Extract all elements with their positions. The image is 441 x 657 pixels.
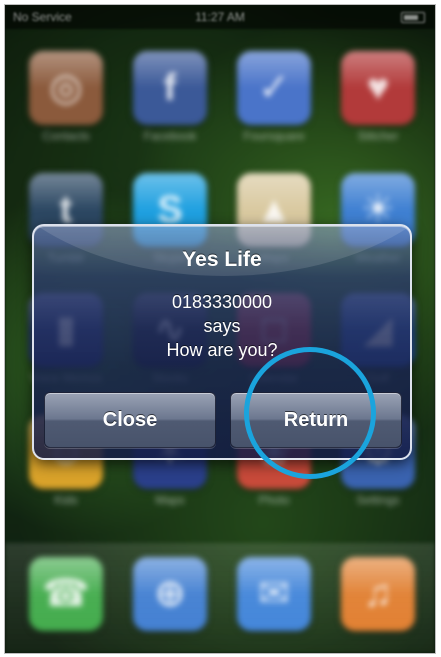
stitcher-icon: ♥ [341,51,415,125]
facebook-icon: f [133,51,207,125]
app-icon-facebook[interactable]: f Facebook [131,51,209,143]
alert-dialog: Yes Life 0183330000 says How are you? Cl… [32,224,412,460]
return-button[interactable]: Return [230,392,402,448]
app-label: Contacts [42,129,90,143]
foursquare-icon: ✓ [237,51,311,125]
app-label: Foursquare [243,129,305,143]
contacts-icon: ◎ [29,51,103,125]
alert-message-line: How are you? [166,340,278,360]
app-label: Kids [54,493,78,507]
app-label: Photo [258,493,290,507]
app-icon-stitcher[interactable]: ♥ Stitcher [339,51,417,143]
app-label: Stitcher [357,129,399,143]
dock [5,543,435,653]
app-icon-contacts[interactable]: ◎ Contacts [27,51,105,143]
app-label: Facebook [143,129,197,143]
app-label: Settings [356,493,400,507]
alert-message-line: 0183330000 [171,292,273,312]
app-label: Maps [155,493,185,507]
alert-title: Yes Life [182,248,262,271]
alert-message-line: says [203,316,241,336]
close-button[interactable]: Close [44,392,216,448]
alert-message: 0183330000 says How are you? [34,290,410,362]
app-icon-foursquare[interactable]: ✓ Foursquare [235,51,313,143]
